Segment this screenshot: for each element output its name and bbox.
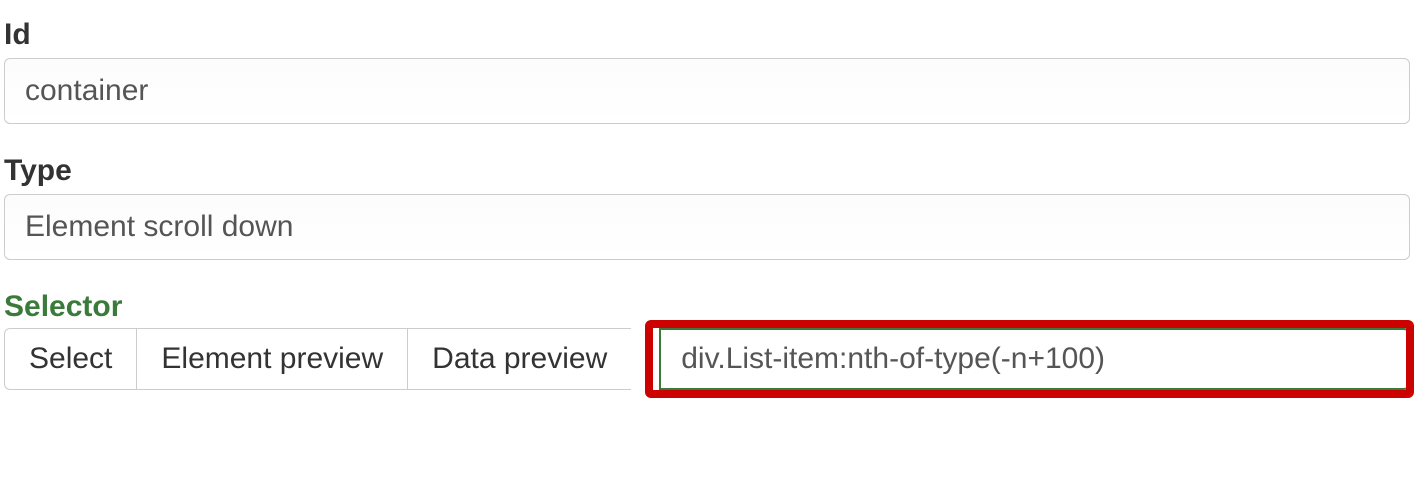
- type-field-group: Type: [4, 154, 1410, 260]
- type-label: Type: [4, 154, 1410, 188]
- id-field-group: Id: [4, 18, 1410, 124]
- selector-input[interactable]: [659, 328, 1410, 390]
- selector-field-group: Selector Select Element preview Data pre…: [4, 290, 1410, 390]
- type-input[interactable]: [4, 194, 1410, 260]
- selector-label: Selector: [4, 290, 1410, 324]
- id-input[interactable]: [4, 58, 1410, 124]
- element-preview-button[interactable]: Element preview: [137, 328, 408, 390]
- selector-button-group: Select Element preview Data preview: [4, 328, 631, 390]
- id-label: Id: [4, 18, 1410, 52]
- select-button[interactable]: Select: [4, 328, 137, 390]
- selector-row: Select Element preview Data preview: [4, 328, 1410, 390]
- data-preview-button[interactable]: Data preview: [408, 328, 631, 390]
- form-container: Id Type Selector Select Element preview …: [0, 0, 1414, 390]
- selector-input-wrap: [631, 328, 1410, 390]
